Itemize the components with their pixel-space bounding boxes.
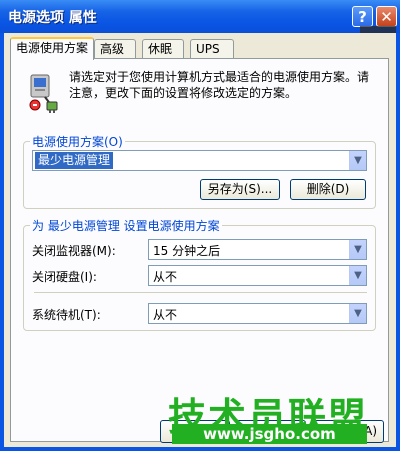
save-as-button[interactable]: 另存为(S)... xyxy=(200,179,280,200)
standby-label: 系统待机(T): xyxy=(32,308,101,322)
chevron-down-icon[interactable]: ▼ xyxy=(349,304,366,323)
tab-panel: 请选定对于您使用计算机方式最适合的电源使用方案。请注意，更改下面的设置将修改选定… xyxy=(10,58,389,442)
watermark-url: www.jsgho.com xyxy=(172,424,367,444)
scheme-group-label: 电源使用方案(O) xyxy=(30,133,125,150)
standby-value: 从不 xyxy=(153,308,178,322)
delete-button[interactable]: 删除(D) xyxy=(290,179,366,200)
window-title: 电源选项 属性 xyxy=(8,10,97,26)
harddisk-off-value: 从不 xyxy=(153,270,178,284)
settings-group: 为 最少电源管理 设置电源使用方案 关闭监视器(M): 15 分钟之后 ▼ 关闭… xyxy=(23,217,376,331)
title-bar[interactable]: 电源选项 属性 ? ✕ xyxy=(0,0,400,33)
chevron-down-icon[interactable]: ▼ xyxy=(349,240,366,259)
scheme-group: 电源使用方案(O) 最少电源管理 ▼ 另存为(S)... 删除(D) xyxy=(23,133,376,209)
harddisk-off-label: 关闭硬盘(I): xyxy=(32,270,97,284)
settings-divider xyxy=(34,292,367,293)
help-button[interactable]: ? xyxy=(352,6,373,27)
close-button[interactable]: ✕ xyxy=(376,6,397,27)
tab-ups[interactable]: UPS xyxy=(190,39,234,58)
intro-description: 请选定对于您使用计算机方式最适合的电源使用方案。请注意，更改下面的设置将修改选定… xyxy=(69,70,370,100)
tab-hibernate[interactable]: 休眠 xyxy=(142,39,184,58)
tab-advanced[interactable]: 高级 xyxy=(94,39,136,58)
monitor-off-select[interactable]: 15 分钟之后 ▼ xyxy=(148,239,367,260)
chevron-down-icon[interactable]: ▼ xyxy=(349,266,366,285)
standby-select[interactable]: 从不 ▼ xyxy=(148,303,367,324)
chevron-down-icon[interactable]: ▼ xyxy=(349,151,366,170)
settings-group-label: 为 最少电源管理 设置电源使用方案 xyxy=(30,217,222,234)
monitor-off-label: 关闭监视器(M): xyxy=(32,244,116,258)
tab-power-schemes[interactable]: 电源使用方案 xyxy=(10,37,94,60)
power-plug-icon xyxy=(29,74,58,113)
properties-window: 电源选项 属性 ? ✕ ⤢ 电源使用方案 高级 休眠 UPS 请选定对于您使用计… xyxy=(0,0,400,451)
power-scheme-select[interactable]: 最少电源管理 ▼ xyxy=(32,150,367,171)
dialog-client: 电源使用方案 高级 休眠 UPS 请选定对于您使用计算机方式最适合的电源使用方案… xyxy=(4,33,396,447)
monitor-off-value: 15 分钟之后 xyxy=(153,244,221,258)
harddisk-off-select[interactable]: 从不 ▼ xyxy=(148,265,367,286)
power-scheme-value: 最少电源管理 xyxy=(35,152,114,169)
